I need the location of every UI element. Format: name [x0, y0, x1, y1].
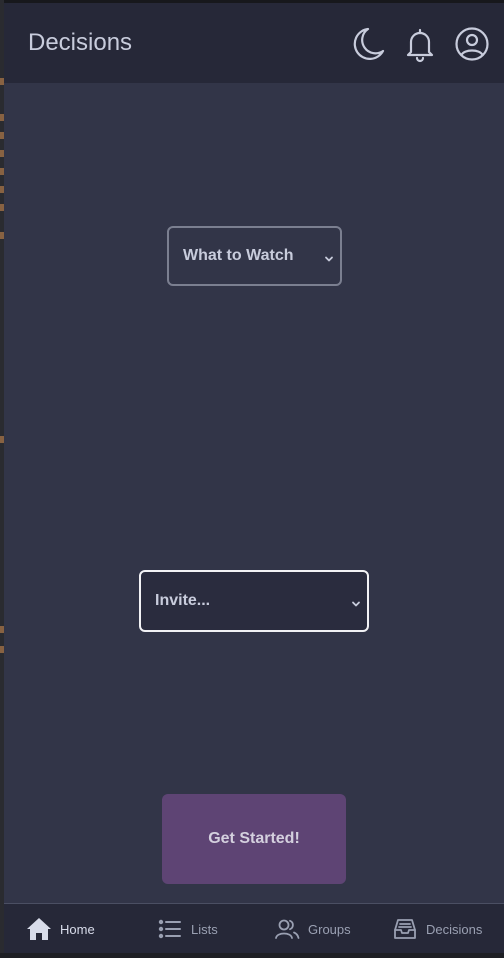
window-bottom-edge — [0, 953, 504, 958]
users-icon — [274, 916, 300, 942]
bell-icon[interactable] — [401, 25, 439, 63]
inbox-icon — [392, 916, 418, 942]
tab-groups[interactable]: Groups — [274, 904, 351, 953]
tab-home[interactable]: Home — [26, 904, 95, 953]
chevron-down-icon — [351, 596, 361, 607]
tab-groups-label: Groups — [308, 921, 351, 937]
tab-lists-label: Lists — [191, 921, 218, 937]
tab-decisions-label: Decisions — [426, 921, 483, 937]
tab-lists[interactable]: Lists — [157, 904, 218, 953]
bottom-tab-bar: Home Lists Groups Decisions — [4, 903, 504, 953]
invite-select-value: Invite... — [155, 592, 211, 609]
get-started-button[interactable]: Get Started! — [162, 794, 346, 884]
app-title: Decisions — [28, 29, 133, 56]
app-header: Decisions — [4, 3, 504, 83]
tab-home-label: Home — [60, 921, 95, 937]
tab-decisions[interactable]: Decisions — [392, 904, 482, 953]
chevron-down-icon — [324, 251, 334, 262]
list-icon — [157, 916, 183, 942]
moon-icon[interactable] — [348, 25, 386, 63]
category-select[interactable]: What to Watch — [167, 226, 342, 286]
category-select-value: What to Watch — [183, 247, 294, 264]
invite-select[interactable]: Invite... — [139, 570, 369, 632]
user-circle-icon[interactable] — [453, 25, 491, 63]
app-window: Decisions What to Watch Invite... Get St… — [4, 3, 504, 953]
home-icon — [26, 916, 52, 942]
